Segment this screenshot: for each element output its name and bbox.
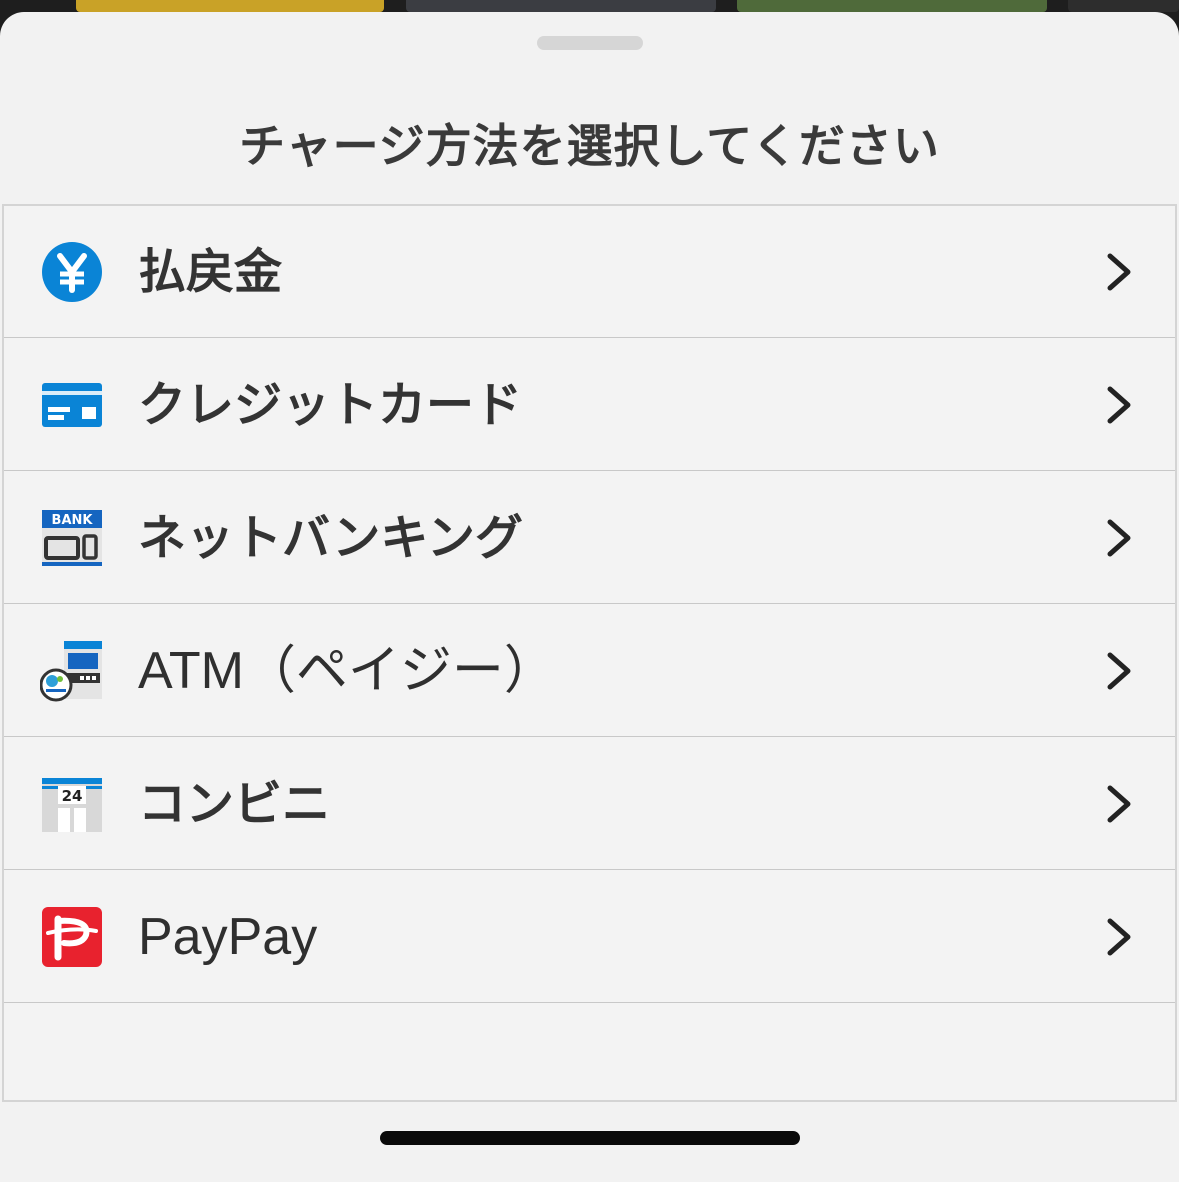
method-label: ATM（ペイジー） (138, 642, 556, 700)
method-label: PayPay (138, 908, 318, 966)
sheet-title: チャージ方法を選択してください (239, 119, 940, 173)
bank-icon: BANK (42, 510, 102, 566)
chevron-right-icon (1107, 519, 1131, 557)
home-indicator (380, 1131, 800, 1145)
method-refund[interactable]: 払戻金 (4, 206, 1175, 338)
svg-text:24: 24 (62, 787, 83, 805)
chevron-right-icon (1107, 785, 1131, 823)
paypay-icon (42, 907, 102, 967)
background-thumbnail (406, 0, 716, 12)
atm-payeasy-icon (40, 641, 102, 702)
convenience-store-icon: 24 (42, 778, 102, 832)
method-label: クレジットカード (138, 377, 523, 433)
method-credit-card[interactable]: クレジットカード (4, 339, 1175, 471)
method-label: ネットバンキング (138, 510, 523, 566)
method-paypay[interactable]: PayPay (4, 871, 1175, 1003)
method-atm-payeasy[interactable]: ATM（ペイジー） (4, 605, 1175, 737)
background-thumbnail (76, 0, 384, 12)
method-convenience-store[interactable]: 24 コンビニ (4, 738, 1175, 870)
method-label: コンビニ (138, 776, 331, 832)
background-thumbnail (737, 0, 1047, 12)
method-label: 払戻金 (138, 244, 283, 300)
method-net-banking[interactable]: BANK ネットバンキング (4, 472, 1175, 604)
background-thumbnail (1068, 0, 1179, 12)
chevron-right-icon (1107, 253, 1131, 291)
yen-coin-icon (42, 242, 102, 302)
chevron-right-icon (1107, 652, 1131, 690)
svg-text:BANK: BANK (52, 513, 94, 528)
chevron-right-icon (1107, 386, 1131, 424)
chevron-right-icon (1107, 918, 1131, 956)
charge-method-list: 払戻金 クレジットカード BANK ネットバンキング ATM（ペイジー） 24 … (2, 204, 1177, 1102)
charge-method-sheet: チャージ方法を選択してください 払戻金 クレジットカード BANK ネットバンキ… (0, 12, 1179, 1182)
credit-card-icon (42, 383, 102, 427)
sheet-grabber[interactable] (537, 36, 643, 50)
